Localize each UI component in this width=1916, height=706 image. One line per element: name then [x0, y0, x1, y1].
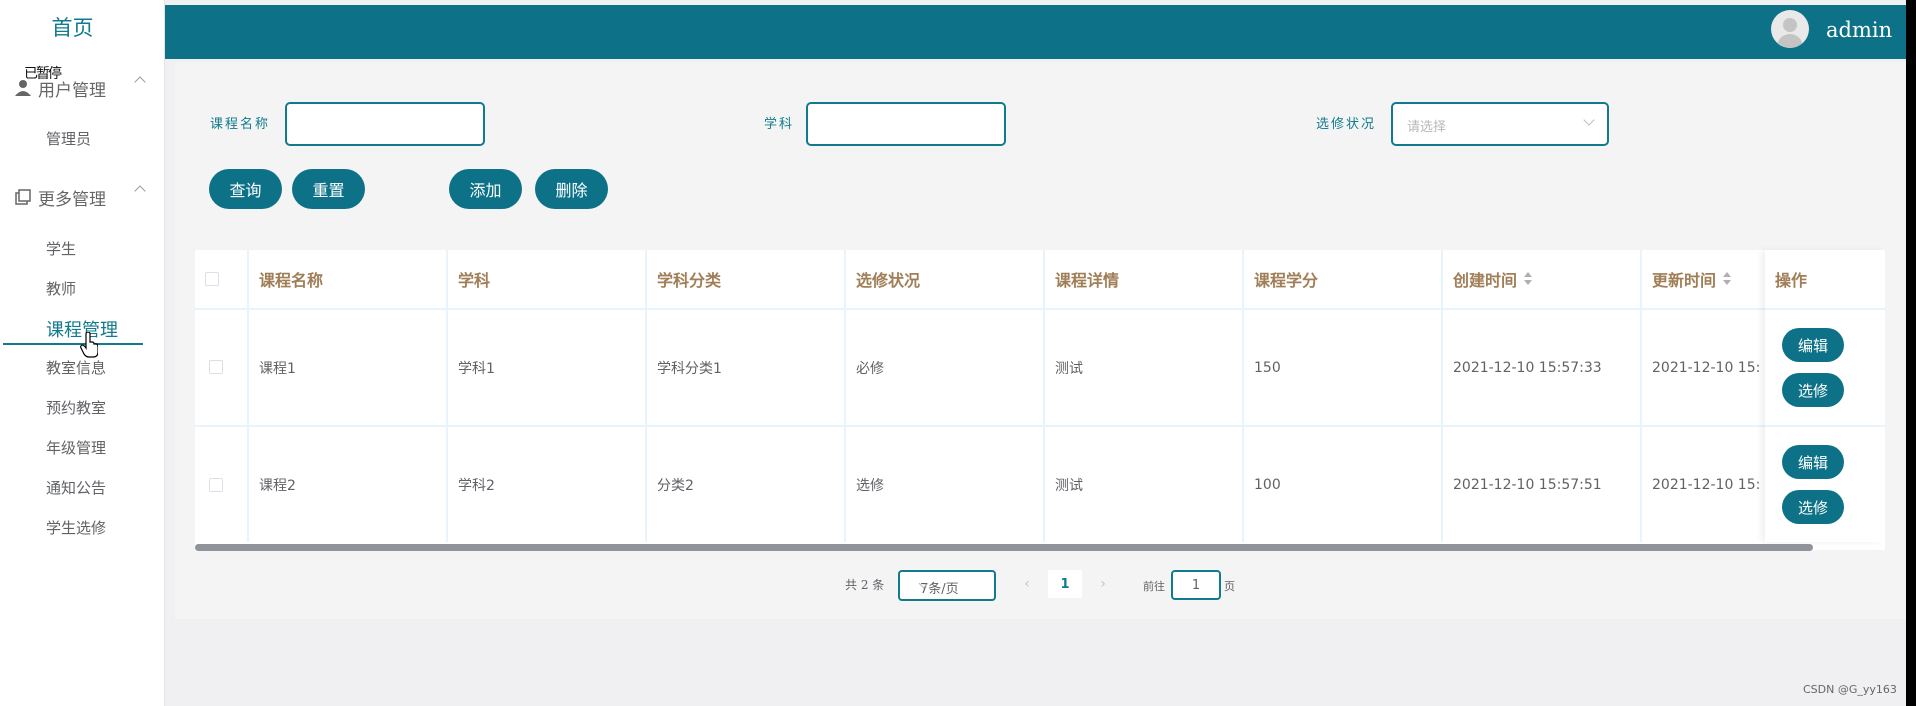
sidebar-item-reserve-classroom[interactable]: 预约教室: [46, 397, 106, 418]
sidebar-item-grade-management[interactable]: 年级管理: [46, 437, 106, 458]
course-name-label: 课程名称: [210, 117, 271, 132]
menu-group-more-management[interactable]: 更多管理: [14, 182, 154, 212]
select-placeholder: 请选择: [1407, 120, 1447, 135]
column-header-course-name: 课程名称: [259, 271, 324, 290]
goto-label: 前往: [1143, 580, 1165, 593]
elect-button[interactable]: 选修: [1782, 490, 1844, 524]
row-checkbox[interactable]: [209, 478, 223, 492]
sidebar-item-students[interactable]: 学生: [46, 238, 76, 259]
table-cell: 学科2: [458, 477, 495, 494]
avatar[interactable]: [1771, 10, 1809, 48]
elective-status-label: 选修状况: [1316, 117, 1377, 132]
row-divider: [1765, 308, 1885, 310]
table-cell: 课程2: [259, 477, 296, 494]
sidebar-item-classroom-info[interactable]: 教室信息: [46, 357, 106, 378]
table-cell: 2021-12-10 15:57:51: [1453, 476, 1602, 493]
column-header-subject-category: 学科分类: [657, 271, 722, 290]
watermark: CSDN @G_yy163: [1803, 683, 1897, 696]
top-header-bar: [165, 5, 1906, 59]
prev-page-button[interactable]: ‹: [1012, 570, 1042, 598]
sidebar-item-teachers[interactable]: 教师: [46, 278, 76, 299]
column-header-updated-time[interactable]: 更新时间: [1642, 250, 1765, 308]
hand-cursor-icon: [80, 332, 98, 358]
subject-label: 学科: [764, 117, 795, 132]
table-cell: 2021-12-10 15:57:33: [1453, 359, 1602, 376]
chevron-up-icon: [134, 185, 146, 197]
table-cell: 测试: [1055, 477, 1083, 494]
sort-icon[interactable]: [1722, 272, 1732, 286]
table-cell: 2021-12-10 15:: [1652, 359, 1761, 376]
subject-input[interactable]: [806, 102, 1006, 146]
course-name-input[interactable]: [285, 102, 485, 146]
operations-column: 操作 编辑 选修 编辑 选修: [1765, 250, 1885, 542]
sidebar-item-notices[interactable]: 通知公告: [46, 477, 106, 498]
table-cell: 2021-12-10 15:: [1652, 476, 1761, 493]
row-checkbox[interactable]: [209, 360, 223, 374]
next-page-button[interactable]: ›: [1088, 570, 1118, 598]
table-cell: 测试: [1055, 360, 1083, 377]
overlay-status-text: 已暂停: [24, 66, 62, 82]
chevron-down-icon: [1583, 114, 1595, 126]
goto-page-input[interactable]: 1: [1171, 570, 1221, 600]
elect-button[interactable]: 选修: [1782, 373, 1844, 407]
row-divider: [1765, 425, 1885, 427]
column-header-subject: 学科: [458, 271, 491, 290]
home-link[interactable]: 首页: [0, 12, 145, 42]
username[interactable]: admin: [1826, 18, 1892, 42]
table-cell: 分类2: [657, 477, 694, 494]
table-cell: 学科1: [458, 360, 495, 377]
edit-button[interactable]: 编辑: [1782, 445, 1844, 479]
page-number-current[interactable]: 1: [1048, 570, 1082, 598]
horizontal-scrollbar[interactable]: [195, 544, 1813, 551]
pagination-total: 共 2 条: [845, 578, 885, 592]
avatar-body-shape: [1777, 34, 1803, 48]
table-cell: 学科分类1: [657, 360, 722, 377]
column-header-label: 更新时间: [1652, 271, 1717, 290]
active-indicator: [3, 343, 143, 345]
column-header-created-time[interactable]: 创建时间: [1443, 250, 1640, 308]
add-button[interactable]: 添加: [449, 169, 522, 209]
course-table: 课程名称 学科 学科分类 选修状况 课程详情 课程学分 创建时间 更新时间 课程…: [195, 250, 1885, 550]
sidebar: 首页 用户管理 已暂停 管理员 更多管理 学生 教师 课程管理 教室信息 预约教…: [0, 0, 165, 706]
sidebar-item-admin[interactable]: 管理员: [46, 128, 91, 149]
chevron-up-icon: [134, 76, 146, 88]
query-button[interactable]: 查询: [209, 169, 282, 209]
column-header-operations: 操作: [1775, 271, 1808, 290]
copy-icon: [14, 188, 32, 206]
elective-status-select[interactable]: 请选择: [1391, 102, 1609, 146]
sidebar-item-student-electives[interactable]: 学生选修: [46, 517, 106, 538]
table-cell: 150: [1254, 359, 1281, 376]
avatar-head-shape: [1783, 18, 1797, 32]
goto-suffix-label: 页: [1224, 580, 1235, 593]
screen-edge: [1906, 0, 1916, 706]
reset-button[interactable]: 重置: [292, 169, 365, 209]
menu-group-label: 更多管理: [38, 189, 106, 210]
edit-button[interactable]: 编辑: [1782, 328, 1844, 362]
app-frame: 首页 用户管理 已暂停 管理员 更多管理 学生 教师 课程管理 教室信息 预约教…: [0, 0, 1906, 706]
table-cell: 课程1: [259, 360, 296, 377]
delete-button[interactable]: 删除: [535, 169, 608, 209]
select-all-checkbox[interactable]: [205, 272, 219, 286]
table-cell: 选修: [856, 477, 884, 494]
sort-icon[interactable]: [1523, 272, 1533, 286]
column-header-course-detail: 课程详情: [1055, 271, 1120, 290]
column-header-credit: 课程学分: [1254, 271, 1319, 290]
table-cell: 必修: [856, 360, 884, 377]
column-header-elective-status: 选修状况: [856, 271, 921, 290]
page-size-select[interactable]: 7条/页: [898, 570, 996, 601]
column-header-label: 创建时间: [1453, 271, 1518, 290]
table-cell: 100: [1254, 476, 1281, 493]
